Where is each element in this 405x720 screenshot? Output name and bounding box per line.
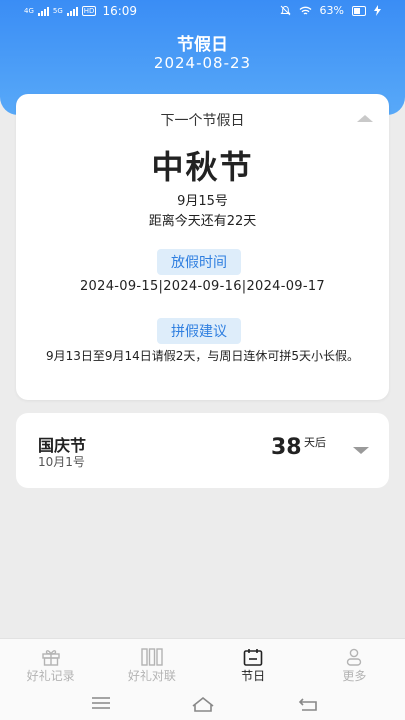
status-left: 4G 5G HD 16:09 (24, 4, 137, 18)
mute-icon (280, 5, 291, 16)
upcoming-holiday-card[interactable]: 国庆节 10月1号 38 天后 (16, 413, 389, 488)
system-nav-bar (0, 688, 405, 720)
tab-label: 节日 (241, 669, 266, 683)
advice-text: 9月13日至9月14日请假2天，与周日连休可拼5天小长假。 (45, 349, 360, 363)
home-icon[interactable] (191, 696, 215, 712)
battery-icon (352, 5, 366, 16)
bottom-tab-bar: 好礼记录 好礼对联 节日 更多 (0, 638, 405, 689)
tab-label: 好礼记录 (26, 669, 75, 683)
couplet-icon (141, 648, 163, 666)
status-right: 63% (280, 4, 381, 17)
current-date: 2024-08-23 (153, 54, 252, 72)
tab-more[interactable]: 更多 (304, 639, 405, 689)
upcoming-holiday-date: 10月1号 (38, 455, 85, 469)
network-type-2: 5G (52, 6, 63, 15)
next-holiday-card: 下一个节假日 中秋节 9月15号 距离今天还有22天 放假时间 2024-09-… (16, 94, 389, 400)
countdown-text: 距离今天还有22天 (148, 214, 257, 229)
status-bar: 4G 5G HD 16:09 63% (0, 0, 405, 24)
signal-icon-2 (66, 6, 78, 16)
tab-festivals[interactable]: 节日 (203, 639, 304, 689)
expand-icon[interactable] (353, 447, 369, 454)
tab-couplets[interactable]: 好礼对联 (101, 639, 202, 689)
signal-icon (37, 6, 49, 16)
charging-icon (374, 5, 381, 16)
collapse-icon[interactable] (357, 115, 373, 122)
status-time: 16:09 (102, 4, 138, 18)
holiday-name: 中秋节 (151, 148, 254, 186)
network-type: 4G (24, 6, 34, 15)
tab-label: 好礼对联 (127, 669, 176, 683)
back-icon[interactable] (298, 696, 320, 712)
page-title: 节假日 (177, 35, 228, 55)
menu-icon[interactable] (91, 696, 111, 710)
user-icon (347, 648, 362, 666)
off-time-tag: 放假时间 (157, 249, 241, 275)
gift-icon (41, 650, 60, 666)
days-until: 38 (271, 435, 302, 460)
off-dates: 2024-09-15|2024-09-16|2024-09-17 (79, 279, 325, 294)
days-unit: 天后 (304, 436, 326, 449)
battery-percent: 63% (319, 4, 344, 17)
advice-tag: 拼假建议 (157, 318, 241, 344)
hd-icon: HD (81, 6, 97, 16)
tab-gift-records[interactable]: 好礼记录 (0, 639, 101, 689)
next-holiday-label: 下一个节假日 (160, 113, 245, 129)
wifi-icon (299, 6, 311, 15)
holiday-date: 9月15号 (177, 194, 228, 209)
calendar-icon (243, 649, 263, 666)
tab-label: 更多 (342, 669, 367, 683)
